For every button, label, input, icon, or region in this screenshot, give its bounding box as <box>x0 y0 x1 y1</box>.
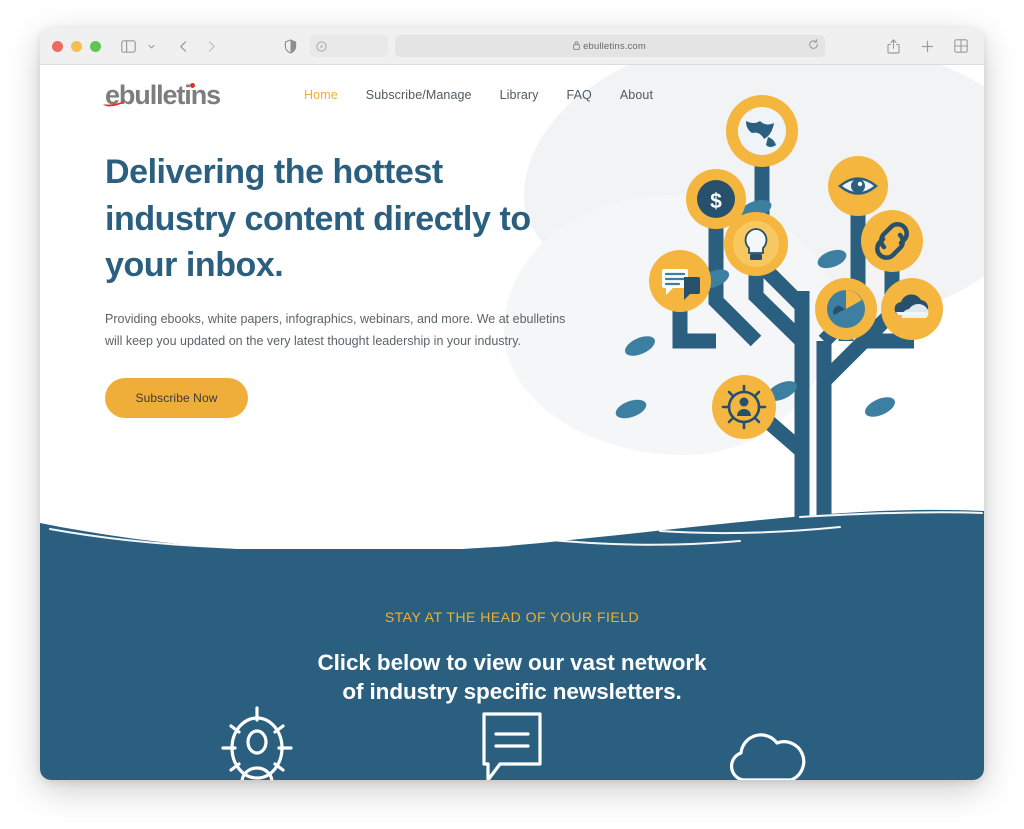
leaf <box>865 397 895 417</box>
user-target-icon-badge <box>712 375 776 439</box>
maximize-window-button[interactable] <box>90 40 101 52</box>
main-navigation: Home Subscribe/Manage Library FAQ About <box>304 88 653 102</box>
leaf <box>615 399 647 419</box>
leaf <box>817 249 847 269</box>
logo-dot-icon <box>189 82 195 88</box>
url-bar[interactable]: ebulletins.com <box>394 35 825 57</box>
forward-arrow-icon[interactable] <box>200 35 222 57</box>
pie-chart-icon-badge <box>815 278 877 340</box>
user-target-icon[interactable] <box>209 702 305 780</box>
promo-copy: STAY AT THE HEAD OF YOUR FIELD Click bel… <box>40 549 984 707</box>
nav-item-about[interactable]: About <box>620 88 653 102</box>
url-text-group: ebulletins.com <box>573 41 646 52</box>
nav-item-subscribe-manage[interactable]: Subscribe/Manage <box>366 88 472 102</box>
tab-overview-grid-icon[interactable] <box>950 35 972 57</box>
browser-toolbar: ebulletins.com <box>40 28 984 65</box>
lightbulb-icon-badge <box>724 212 788 276</box>
toolbar-right-actions <box>882 35 972 57</box>
promo-feature-icons <box>40 702 984 780</box>
chat-bubbles-icon-badge <box>649 250 711 312</box>
subscribe-now-button[interactable]: Subscribe Now <box>105 378 248 419</box>
content-tree-illustration: $ <box>596 91 976 531</box>
address-bar-area: ebulletins.com <box>222 35 882 57</box>
extension-badge[interactable] <box>309 35 388 57</box>
hero-subtitle: Providing ebooks, white papers, infograp… <box>105 311 566 348</box>
privacy-shield-icon[interactable] <box>280 35 302 57</box>
cloud-icon[interactable] <box>719 702 815 780</box>
nav-item-home[interactable]: Home <box>304 88 338 102</box>
new-tab-plus-icon[interactable] <box>916 35 938 57</box>
url-hostname: ebulletins.com <box>583 40 646 52</box>
window-traffic-lights <box>52 40 101 52</box>
minimize-window-button[interactable] <box>71 40 82 52</box>
hero-section: Delivering the hottest industry content … <box>40 125 570 419</box>
browser-window: ebulletins.com ebulletins Home Subscribe… <box>40 28 984 780</box>
wave-and-promo-zone: STAY AT THE HEAD OF YOUR FIELD Click bel… <box>40 483 984 780</box>
promo-headline: Click below to view our vast network of … <box>40 649 984 707</box>
lock-icon <box>573 40 580 52</box>
promo-headline-line-1: Click below to view our vast network <box>317 650 707 675</box>
logo-text: ebulletins <box>105 79 221 110</box>
chevron-down-icon[interactable] <box>140 35 162 57</box>
cloud-icon-badge <box>881 278 943 340</box>
sidebar-controls <box>117 35 162 57</box>
promo-panel: STAY AT THE HEAD OF YOUR FIELD Click bel… <box>40 549 984 780</box>
promo-eyebrow: STAY AT THE HEAD OF YOUR FIELD <box>384 609 640 625</box>
sidebar-toggle-icon[interactable] <box>117 35 139 57</box>
history-navigation <box>172 35 222 57</box>
page-root: ebulletins.com ebulletins Home Subscribe… <box>0 0 1024 829</box>
close-window-button[interactable] <box>52 40 63 52</box>
chat-bubble-icon[interactable] <box>464 702 560 780</box>
svg-text:$: $ <box>710 190 722 213</box>
site-viewport: ebulletins Home Subscribe/Manage Library… <box>40 65 984 780</box>
reload-icon[interactable] <box>808 37 819 55</box>
share-icon[interactable] <box>882 35 904 57</box>
eye-icon-badge <box>828 156 888 216</box>
nav-item-faq[interactable]: FAQ <box>567 88 592 102</box>
nav-item-library[interactable]: Library <box>500 88 539 102</box>
back-arrow-icon[interactable] <box>172 35 194 57</box>
link-chain-icon-badge <box>861 210 923 272</box>
hero-title: Delivering the hottest industry content … <box>105 153 531 285</box>
site-logo[interactable]: ebulletins <box>102 79 221 110</box>
leaf <box>625 336 655 356</box>
site-header: ebulletins Home Subscribe/Manage Library… <box>40 65 984 125</box>
